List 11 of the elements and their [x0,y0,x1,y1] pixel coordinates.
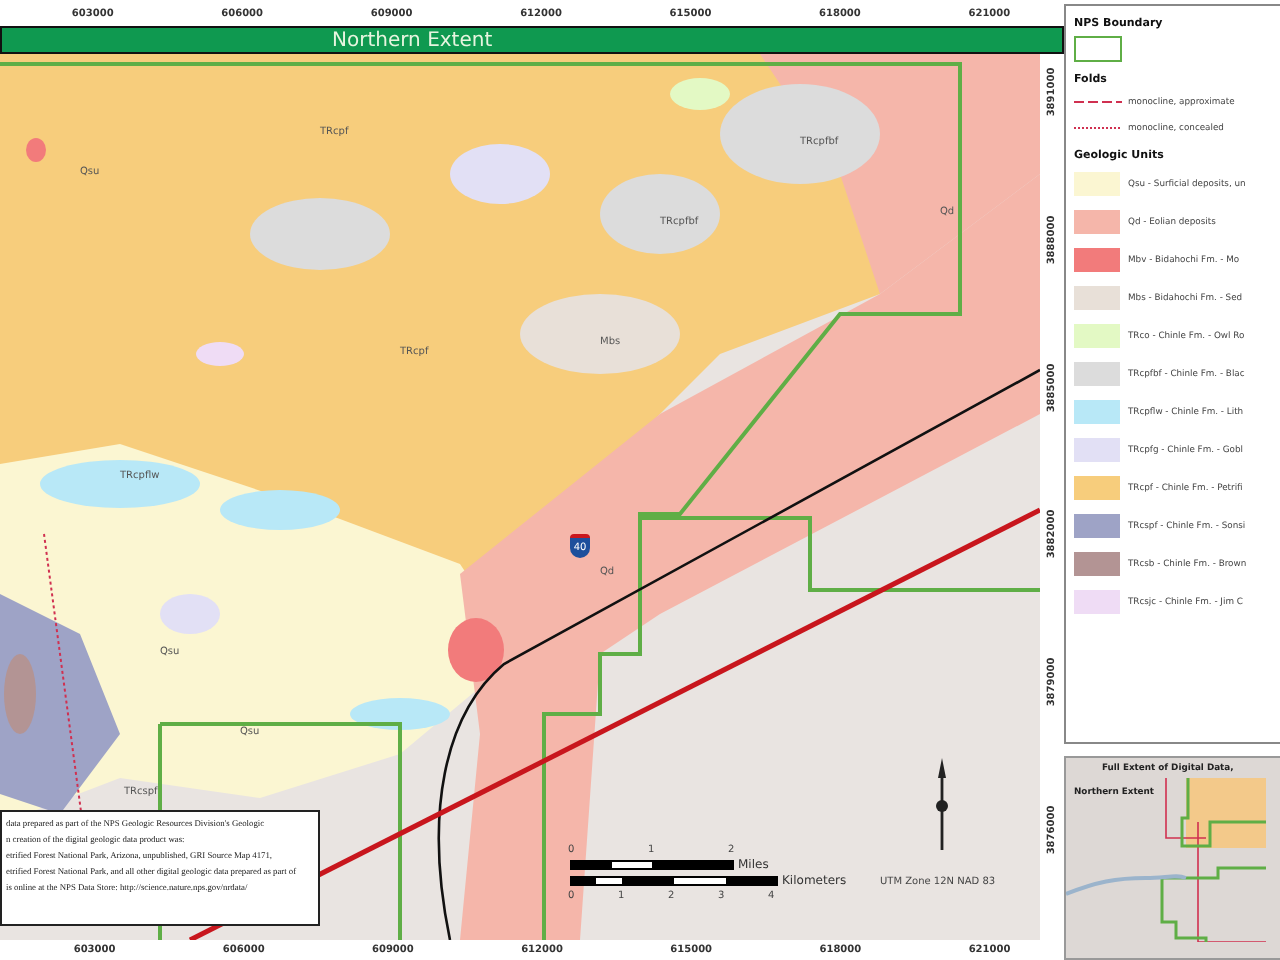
geologic-unit-area [160,594,220,634]
boundary-swatch [1074,36,1122,62]
geologic-unit-area [196,342,244,366]
north-arrow-icon [934,758,950,850]
geologic-unit-area [26,138,46,162]
map-title-bar: Northern Extent [0,26,1064,54]
river-line [1066,874,1187,896]
geologic-unit-area [1186,778,1266,848]
geologic-unit-area [220,490,340,530]
geologic-unit-area [350,698,450,730]
geologic-unit-area [250,198,390,270]
